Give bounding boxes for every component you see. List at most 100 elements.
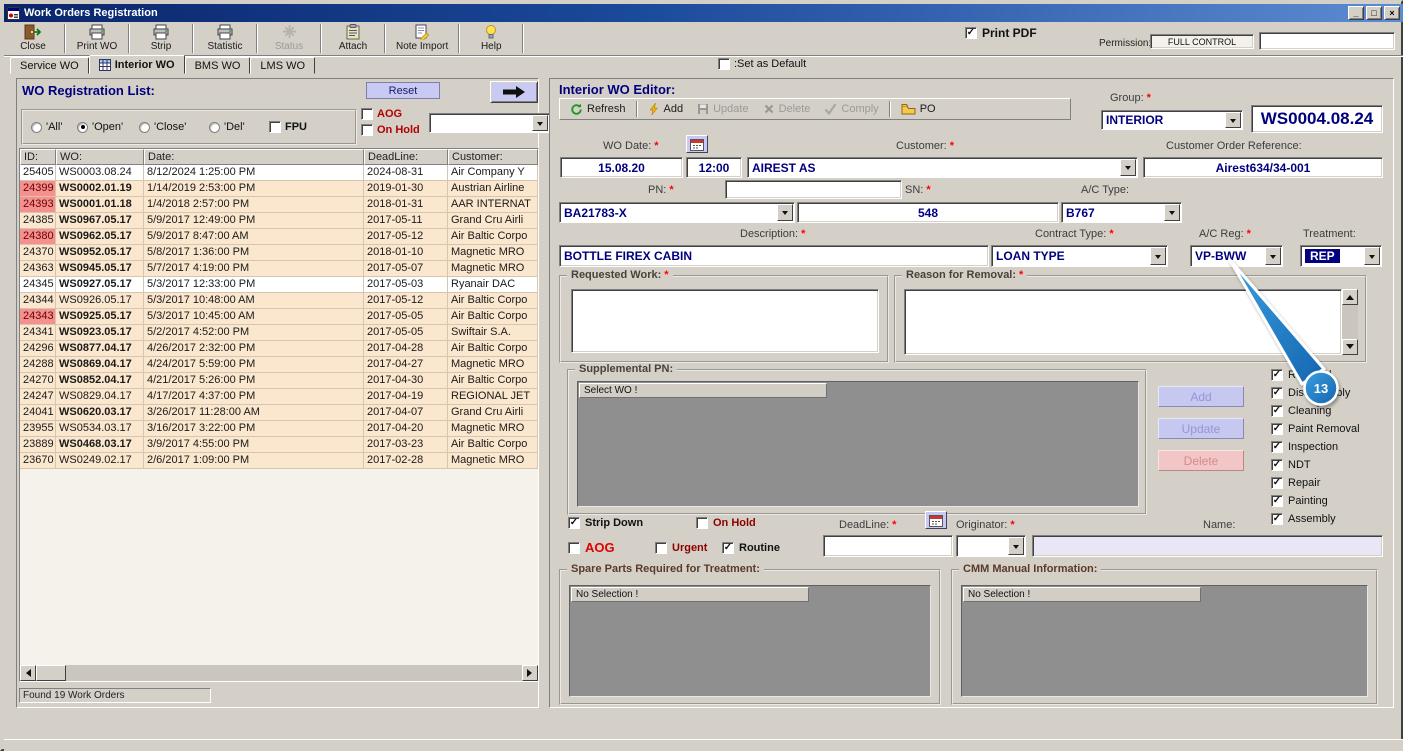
column-header-id[interactable]: ID:	[20, 149, 56, 165]
name-field[interactable]	[1032, 535, 1383, 557]
print-pdf-checkbox-box[interactable]: ✓	[965, 27, 977, 39]
description-field[interactable]: BOTTLE FIREX CABIN	[559, 245, 989, 267]
aog-box[interactable]	[568, 541, 580, 554]
routine-box[interactable]: ✓	[722, 542, 734, 554]
group-combo[interactable]: INTERIOR	[1101, 110, 1243, 130]
checkbox-inspection[interactable]: ✓ Inspection	[1271, 441, 1338, 453]
radio-close[interactable]: 'Close'	[139, 121, 186, 133]
editor-toolbar-button-add[interactable]: Add	[641, 102, 691, 116]
minimize-button[interactable]: _	[1348, 6, 1364, 20]
table-row[interactable]: 24345 WS0927.05.17 5/3/2017 12:33:00 PM 201…	[20, 277, 538, 293]
fpu-checkbox-box[interactable]	[269, 121, 281, 133]
table-row[interactable]: 24393 WS0001.01.18 1/4/2018 2:57:00 PM 2018…	[20, 197, 538, 213]
tab-service-wo[interactable]: Service WO	[10, 57, 89, 74]
editor-toolbar-button-refresh[interactable]: Refresh	[563, 102, 633, 117]
toolbar-button-help[interactable]: Help	[462, 22, 520, 55]
deadline-calendar-button[interactable]	[925, 511, 947, 529]
pn-extra-input[interactable]	[725, 180, 902, 199]
filter-combo[interactable]	[429, 113, 550, 133]
chevron-down-icon[interactable]	[1008, 537, 1024, 555]
customer-order-reference-field[interactable]: Airest634/34-001	[1143, 157, 1383, 178]
checkbox-disassembly[interactable]: ✓ Disassembly	[1271, 387, 1350, 399]
table-row[interactable]: 24385 WS0967.05.17 5/9/2017 12:49:00 PM 201…	[20, 213, 538, 229]
toolbar-button-close[interactable]: Close	[4, 22, 62, 55]
checkbox-cleaning[interactable]: ✓ Cleaning	[1271, 405, 1331, 417]
toolbar-button-statistic[interactable]: Statistic	[196, 22, 254, 55]
pn-combo[interactable]: BA21783-X	[559, 202, 795, 223]
checkbox-ndt[interactable]: ✓ NDT	[1271, 459, 1311, 471]
go-arrow-button[interactable]	[490, 81, 538, 103]
update-button[interactable]: Update	[1158, 418, 1244, 439]
chevron-down-icon[interactable]	[1225, 112, 1241, 128]
urgent-checkbox[interactable]: Urgent	[655, 542, 707, 554]
checkbox-painting[interactable]: ✓ Painting	[1271, 495, 1328, 507]
supplemental-pn-list[interactable]	[577, 381, 1139, 507]
deadline-input[interactable]	[823, 535, 953, 557]
checkbox-removal[interactable]: ✓ Removal	[1271, 369, 1331, 381]
table-row[interactable]: 24399 WS0002.01.19 1/14/2019 2:53:00 PM 201…	[20, 181, 538, 197]
reason-removal-textarea[interactable]	[904, 289, 1342, 355]
set-as-default-checkbox[interactable]: :Set as Default	[718, 58, 806, 70]
horizontal-scrollbar[interactable]	[20, 665, 538, 681]
tab-lms-wo[interactable]: LMS WO	[250, 57, 316, 74]
chevron-down-icon[interactable]	[1150, 247, 1166, 265]
routine-checkbox[interactable]: ✓ Routine	[722, 542, 780, 554]
editor-toolbar-button-comply[interactable]: Comply	[817, 102, 885, 116]
radio-open[interactable]: 'Open'	[77, 121, 123, 133]
close-window-button[interactable]: ×	[1384, 6, 1400, 20]
table-row[interactable]: 23889 WS0468.03.17 3/9/2017 4:55:00 PM 2017…	[20, 437, 538, 453]
strip-down-checkbox[interactable]: ✓ Strip Down	[568, 517, 643, 529]
editor-toolbar-button-delete[interactable]: Delete	[756, 102, 818, 116]
table-row[interactable]: 24247 WS0829.04.17 4/17/2017 4:37:00 PM 201…	[20, 389, 538, 405]
chevron-down-icon[interactable]	[777, 204, 793, 221]
chevron-down-icon[interactable]	[1265, 247, 1281, 265]
spare-parts-no-selection[interactable]: No Selection !	[571, 587, 809, 602]
toolbar-button-status[interactable]: Status	[260, 22, 318, 55]
table-row[interactable]: 23955 WS0534.03.17 3/16/2017 3:22:00 PM 201…	[20, 421, 538, 437]
wo-time-field[interactable]: 12:00	[686, 157, 742, 178]
on-hold-checkbox[interactable]: On Hold	[696, 517, 756, 529]
table-row[interactable]: 23670 WS0249.02.17 2/6/2017 1:09:00 PM 2017…	[20, 453, 538, 469]
scroll-down-button[interactable]	[1342, 339, 1358, 355]
scroll-right-button[interactable]	[522, 665, 538, 681]
treatment-combo[interactable]: REP	[1300, 245, 1382, 267]
radio-all[interactable]: 'All'	[31, 121, 62, 133]
chevron-down-icon[interactable]	[1164, 204, 1180, 221]
checkbox-repair[interactable]: ✓ Repair	[1271, 477, 1320, 489]
chevron-down-icon[interactable]	[1364, 247, 1380, 265]
toolbar-button-print-wo[interactable]: Print WO	[68, 22, 126, 55]
reset-button[interactable]: Reset	[366, 82, 440, 99]
select-wo-header[interactable]: Select WO !	[579, 383, 827, 398]
calendar-button[interactable]	[686, 135, 708, 153]
scroll-left-button[interactable]	[20, 665, 36, 681]
table-row[interactable]: 24341 WS0923.05.17 5/2/2017 4:52:00 PM 2017…	[20, 325, 538, 341]
on-hold-box[interactable]	[696, 517, 708, 529]
requested-work-textarea[interactable]	[571, 289, 879, 353]
set-as-default-box[interactable]	[718, 58, 730, 70]
ac-reg-combo[interactable]: VP-BWW	[1190, 245, 1283, 267]
tab-interior-wo[interactable]: Interior WO	[88, 55, 185, 74]
table-row[interactable]: 24380 WS0962.05.17 5/9/2017 8:47:00 AM 2017…	[20, 229, 538, 245]
table-row[interactable]: 24343 WS0925.05.17 5/3/2017 10:45:00 AM 201…	[20, 309, 538, 325]
table-row[interactable]: 24041 WS0620.03.17 3/26/2017 11:28:00 AM 20…	[20, 405, 538, 421]
toolbar-button-strip[interactable]: Strip	[132, 22, 190, 55]
toolbar-button-attach[interactable]: Attach	[324, 22, 382, 55]
checkbox-paint-removal[interactable]: ✓ Paint Removal	[1271, 423, 1360, 435]
customer-combo[interactable]: AIREST AS	[747, 157, 1138, 178]
checkbox-assembly[interactable]: ✓ Assembly	[1271, 513, 1336, 525]
table-row[interactable]: 24296 WS0877.04.17 4/26/2017 2:32:00 PM 201…	[20, 341, 538, 357]
cmm-no-selection[interactable]: No Selection !	[963, 587, 1201, 602]
table-row[interactable]: 25405 WS0003.08.24 8/12/2024 1:25:00 PM 202…	[20, 165, 538, 181]
editor-toolbar-button-update[interactable]: Update	[690, 102, 755, 116]
chevron-down-icon[interactable]	[1120, 159, 1136, 176]
table-row[interactable]: 24288 WS0869.04.17 4/24/2017 5:59:00 PM 201…	[20, 357, 538, 373]
sn-field[interactable]: 548	[797, 202, 1059, 223]
column-header-date[interactable]: Date:	[144, 149, 364, 165]
chevron-down-icon[interactable]	[532, 115, 548, 131]
add-button[interactable]: Add	[1158, 386, 1244, 407]
scrollbar-thumb[interactable]	[36, 665, 66, 681]
aog-filter-box[interactable]	[361, 108, 373, 120]
aog-filter-checkbox[interactable]: AOG	[361, 108, 402, 120]
table-row[interactable]: 24344 WS0926.05.17 5/3/2017 10:48:00 AM 201…	[20, 293, 538, 309]
tab-bms-wo[interactable]: BMS WO	[184, 57, 251, 74]
